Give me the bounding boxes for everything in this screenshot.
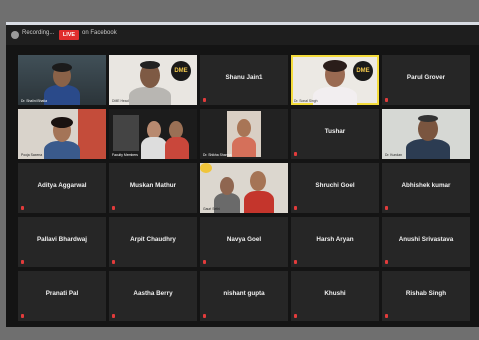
participant-tile[interactable]: Pallavi Bhardwaj [18, 217, 106, 267]
participant-name: Arpit Chaudhry [130, 236, 176, 243]
stream-destination[interactable]: on Facebook [82, 30, 117, 36]
person-hair [418, 115, 438, 122]
participant-tile[interactable]: Aastha Berry [109, 271, 197, 321]
person-body [244, 191, 274, 213]
participant-name: Aastha Berry [133, 290, 173, 297]
participant-tile[interactable]: Pooja Saxena [18, 109, 106, 159]
muted-mic-icon [112, 314, 115, 318]
participant-caption: Dr. Sonal Singh [294, 99, 318, 103]
person-body [44, 141, 80, 159]
participant-tile[interactable]: DME DME Head [109, 55, 197, 105]
muted-mic-icon [112, 260, 115, 264]
muted-mic-icon [294, 314, 297, 318]
participant-name: Muskan Mathur [129, 182, 177, 189]
muted-mic-icon [385, 98, 388, 102]
participant-tile[interactable]: Rishab Singh [382, 271, 470, 321]
participant-caption: Dr. Shikha Sharma [203, 153, 232, 157]
participant-name: Pranati Pal [45, 290, 79, 297]
participant-name: Shruchi Goel [315, 182, 355, 189]
participant-tile[interactable]: Parul Grover [382, 55, 470, 105]
participant-tile[interactable]: Faculty Members [109, 109, 197, 159]
person-hair [140, 61, 160, 69]
participant-name: Tushar [324, 128, 346, 135]
recording-icon [11, 31, 19, 39]
muted-mic-icon [203, 314, 206, 318]
person-hair [323, 60, 347, 72]
person-body [406, 139, 450, 159]
participant-tile[interactable]: Navya Goel [200, 217, 288, 267]
participant-name: Anushi Srivastava [398, 236, 454, 243]
participant-tile[interactable]: Tushar [291, 109, 379, 159]
participant-tile[interactable]: Pranati Pal [18, 271, 106, 321]
muted-mic-icon [112, 206, 115, 210]
person-body [165, 137, 189, 159]
participant-tile[interactable]: Dr. Kundan [382, 109, 470, 159]
meeting-window: Recording... LIVE on Facebook Dr. Shalin… [6, 25, 479, 327]
participant-name: Pallavi Bhardwaj [36, 236, 88, 243]
muted-mic-icon [21, 314, 24, 318]
participant-name: Harsh Aryan [316, 236, 354, 243]
participant-tile[interactable]: Shanu Jain1 [200, 55, 288, 105]
participant-tile[interactable]: Dr. Shalini Bhatia [18, 55, 106, 105]
participant-caption: DME Head [112, 99, 129, 103]
muted-mic-icon [385, 260, 388, 264]
participant-grid: Dr. Shalini Bhatia DME DME Head Shanu Ja… [18, 55, 470, 325]
participant-caption: Faculty Members [112, 153, 139, 157]
person-hair [51, 117, 73, 128]
recording-label: Recording... [22, 30, 55, 36]
person-body [232, 137, 256, 157]
participant-tile[interactable]: Muskan Mathur [109, 163, 197, 213]
person-body [141, 137, 167, 159]
person-body [129, 87, 171, 105]
muted-mic-icon [294, 206, 297, 210]
muted-mic-icon [203, 260, 206, 264]
muted-mic-icon [294, 260, 297, 264]
participant-tile[interactable]: Harsh Aryan [291, 217, 379, 267]
participant-caption: Gauri Sethi [203, 207, 220, 211]
muted-mic-icon [203, 98, 206, 102]
person-body [313, 87, 357, 105]
meeting-toolbar: Recording... LIVE on Facebook [6, 25, 479, 45]
participant-name: Navya Goel [226, 236, 262, 243]
participant-tile[interactable]: nishant gupta [200, 271, 288, 321]
participant-tile[interactable]: Arpit Chaudhry [109, 217, 197, 267]
participant-name: Aditya Aggarwal [37, 182, 87, 189]
muted-mic-icon [21, 260, 24, 264]
participant-name: Khushi [324, 290, 346, 297]
participant-name: Parul Grover [406, 74, 446, 81]
person-head [250, 171, 266, 191]
dme-logo: DME [171, 61, 191, 81]
participant-caption: Dr. Kundan [385, 153, 402, 157]
photo-frame [113, 115, 139, 151]
participant-caption: Pooja Saxena [21, 153, 43, 157]
wall-art [78, 109, 106, 159]
person-head [220, 177, 234, 195]
participant-name: Abhishek kumar [401, 182, 451, 189]
participant-tile[interactable]: Khushi [291, 271, 379, 321]
raise-hand-icon [200, 163, 212, 173]
participant-tile[interactable]: Anushi Srivastava [382, 217, 470, 267]
participant-tile[interactable]: Aditya Aggarwal [18, 163, 106, 213]
participant-tile[interactable]: Shruchi Goel [291, 163, 379, 213]
person-body [44, 85, 80, 105]
live-badge[interactable]: LIVE [59, 30, 79, 40]
participant-name: Rishab Singh [405, 290, 447, 297]
muted-mic-icon [385, 314, 388, 318]
participant-tile[interactable]: Gauri Sethi [200, 163, 288, 213]
participant-name: Shanu Jain1 [225, 74, 263, 81]
person-head [237, 119, 251, 137]
participant-caption: Dr. Shalini Bhatia [21, 99, 48, 103]
muted-mic-icon [385, 206, 388, 210]
participant-name: nishant gupta [223, 290, 265, 297]
muted-mic-icon [294, 152, 297, 156]
dme-logo: DME [353, 61, 373, 81]
participant-tile[interactable]: Dr. Shikha Sharma [200, 109, 288, 159]
screenshot-frame: Recording... LIVE on Facebook Dr. Shalin… [0, 0, 479, 340]
participant-tile-active-speaker[interactable]: DME Dr. Sonal Singh [291, 55, 379, 105]
participant-tile[interactable]: Abhishek kumar [382, 163, 470, 213]
person-hair [52, 63, 72, 72]
muted-mic-icon [21, 206, 24, 210]
